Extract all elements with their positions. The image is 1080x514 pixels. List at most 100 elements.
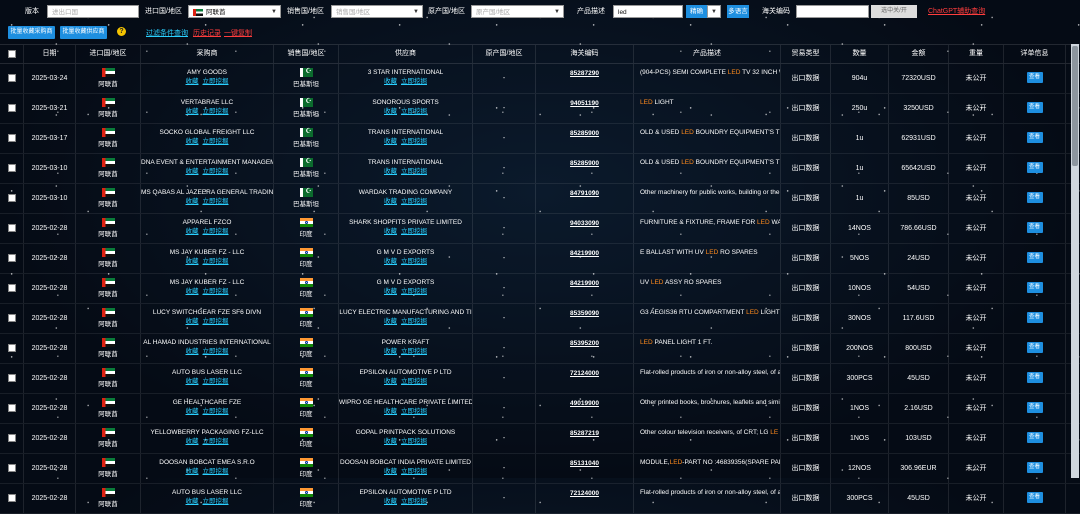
hs-code-link[interactable]: 85287290 (570, 70, 599, 77)
supplier-fav-link[interactable]: 收藏 (384, 438, 397, 445)
hs-code-link[interactable]: 49019900 (570, 400, 599, 407)
buyer-name[interactable]: VERTABRAE LLC (141, 98, 273, 107)
view-details-button[interactable]: 查看 (1026, 462, 1043, 473)
buyer-mine-link[interactable]: 立即挖掘 (203, 78, 229, 85)
supplier-mine-link[interactable]: 立即挖掘 (401, 318, 427, 325)
chatgpt-query-link[interactable]: ChatGPT辅助查询 (928, 5, 985, 18)
buyer-name[interactable]: LUCY SWITCHGEAR FZE SF6 DIVN (141, 308, 273, 317)
buyer-name[interactable]: DNA EVENT & ENTERTAINMENT MANAGEM (141, 158, 273, 167)
header-import-country[interactable]: 进口国/地区 (76, 45, 141, 63)
row-checkbox[interactable] (7, 104, 16, 112)
row-checkbox[interactable] (7, 164, 16, 172)
buyer-mine-link[interactable]: 立即挖掘 (203, 288, 229, 295)
view-details-button[interactable]: 查看 (1026, 132, 1043, 143)
view-details-button[interactable]: 查看 (1026, 432, 1043, 443)
row-checkbox[interactable] (7, 344, 16, 352)
view-details-button[interactable]: 查看 (1026, 72, 1043, 83)
buyer-fav-link[interactable]: 收藏 (186, 438, 199, 445)
row-checkbox[interactable] (7, 74, 16, 82)
supplier-fav-link[interactable]: 收藏 (384, 498, 397, 505)
supplier-fav-link[interactable]: 收藏 (384, 468, 397, 475)
select-all-checkbox[interactable] (7, 50, 16, 58)
buyer-mine-link[interactable]: 立即挖掘 (203, 348, 229, 355)
scrollbar-thumb[interactable] (1072, 46, 1078, 166)
header-trade-type[interactable]: 贸易类型 (781, 45, 831, 63)
buyer-name[interactable]: AMY GOODS (141, 68, 273, 77)
buyer-name[interactable]: MS JAY KUBER FZ - LLC (141, 248, 273, 257)
batch-fav-supplier-button[interactable]: 批量收藏供应商 (60, 26, 107, 39)
supplier-mine-link[interactable]: 立即挖掘 (401, 408, 427, 415)
buyer-name[interactable]: AUTO BUS LASER LLC (141, 368, 273, 377)
supplier-fav-link[interactable]: 收藏 (384, 288, 397, 295)
copy-all-link[interactable]: 一键复制 (224, 28, 252, 38)
buyer-mine-link[interactable]: 立即挖掘 (203, 438, 229, 445)
header-amount[interactable]: 金额 (889, 45, 949, 63)
supplier-mine-link[interactable]: 立即挖掘 (401, 438, 427, 445)
history-link[interactable]: 历史记录 (193, 28, 221, 38)
supplier-mine-link[interactable]: 立即挖掘 (401, 498, 427, 505)
buyer-fav-link[interactable]: 收藏 (186, 468, 199, 475)
buyer-fav-link[interactable]: 收藏 (186, 378, 199, 385)
row-checkbox[interactable] (7, 224, 16, 232)
header-supplier[interactable]: 供应商 (339, 45, 473, 63)
header-weight[interactable]: 重量 (949, 45, 1004, 63)
supplier-fav-link[interactable]: 收藏 (384, 408, 397, 415)
buyer-fav-link[interactable]: 收藏 (186, 288, 199, 295)
buyer-fav-link[interactable]: 收藏 (186, 348, 199, 355)
hs-code-link[interactable]: 72124000 (570, 370, 599, 377)
header-date[interactable]: 日期 (24, 45, 76, 63)
supplier-name[interactable]: POWER KRAFT (339, 338, 472, 347)
header-sales-country[interactable]: 销售国/地区 (274, 45, 339, 63)
supplier-fav-link[interactable]: 收藏 (384, 78, 397, 85)
hs-code-input[interactable] (796, 5, 869, 18)
buyer-fav-link[interactable]: 收藏 (186, 408, 199, 415)
supplier-mine-link[interactable]: 立即挖掘 (401, 198, 427, 205)
hs-code-link[interactable]: 94033090 (570, 220, 599, 227)
supplier-fav-link[interactable]: 收藏 (384, 348, 397, 355)
import-country-select[interactable]: 阿联酋 ▼ (188, 5, 281, 18)
vertical-scrollbar[interactable] (1071, 44, 1079, 478)
buyer-mine-link[interactable]: 立即挖掘 (203, 258, 229, 265)
supplier-mine-link[interactable]: 立即挖掘 (401, 168, 427, 175)
hs-code-link[interactable]: 85359090 (570, 310, 599, 317)
buyer-fav-link[interactable]: 收藏 (186, 228, 199, 235)
buyer-mine-link[interactable]: 立即挖掘 (203, 408, 229, 415)
match-mode-select[interactable]: 精确 (686, 5, 707, 18)
buyer-mine-link[interactable]: 立即挖掘 (203, 318, 229, 325)
origin-country-select[interactable]: 原产国/地区 ▼ (471, 5, 564, 18)
supplier-name[interactable]: GOPAL PRINTPACK SOLUTIONS (339, 428, 472, 437)
supplier-name[interactable]: TRANS INTERNATIONAL (339, 158, 472, 167)
header-hs-code[interactable]: 海关编码 (536, 45, 634, 63)
supplier-name[interactable]: SONOROUS SPORTS (339, 98, 472, 107)
hs-code-link[interactable]: 85285900 (570, 130, 599, 137)
buyer-fav-link[interactable]: 收藏 (186, 78, 199, 85)
supplier-mine-link[interactable]: 立即挖掘 (401, 468, 427, 475)
buyer-mine-link[interactable]: 立即挖掘 (203, 468, 229, 475)
supplier-mine-link[interactable]: 立即挖掘 (401, 108, 427, 115)
row-checkbox[interactable] (7, 374, 16, 382)
batch-fav-buyer-button[interactable]: 批量收藏采购商 (8, 26, 55, 39)
row-checkbox[interactable] (7, 464, 16, 472)
hs-code-link[interactable]: 85285900 (570, 160, 599, 167)
buyer-fav-link[interactable]: 收藏 (186, 138, 199, 145)
buyer-mine-link[interactable]: 立即挖掘 (203, 498, 229, 505)
hs-code-link[interactable]: 94051190 (570, 100, 599, 107)
supplier-name[interactable]: G M V D EXPORTS (339, 248, 472, 257)
supplier-name[interactable]: EPSILON AUTOMOTIVE P LTD (339, 488, 472, 497)
row-checkbox[interactable] (7, 194, 16, 202)
header-buyer[interactable]: 采购商 (141, 45, 274, 63)
row-checkbox[interactable] (7, 494, 16, 502)
view-details-button[interactable]: 查看 (1026, 252, 1043, 263)
view-details-button[interactable]: 查看 (1026, 342, 1043, 353)
supplier-fav-link[interactable]: 收藏 (384, 378, 397, 385)
supplier-mine-link[interactable]: 立即挖掘 (401, 258, 427, 265)
buyer-mine-link[interactable]: 立即挖掘 (203, 138, 229, 145)
buyer-mine-link[interactable]: 立即挖掘 (203, 378, 229, 385)
buyer-mine-link[interactable]: 立即挖掘 (203, 168, 229, 175)
view-details-button[interactable]: 查看 (1026, 102, 1043, 113)
buyer-fav-link[interactable]: 收藏 (186, 168, 199, 175)
supplier-mine-link[interactable]: 立即挖掘 (401, 348, 427, 355)
buyer-mine-link[interactable]: 立即挖掘 (203, 198, 229, 205)
view-details-button[interactable]: 查看 (1026, 222, 1043, 233)
buyer-name[interactable]: AUTO BUS LASER LLC (141, 488, 273, 497)
